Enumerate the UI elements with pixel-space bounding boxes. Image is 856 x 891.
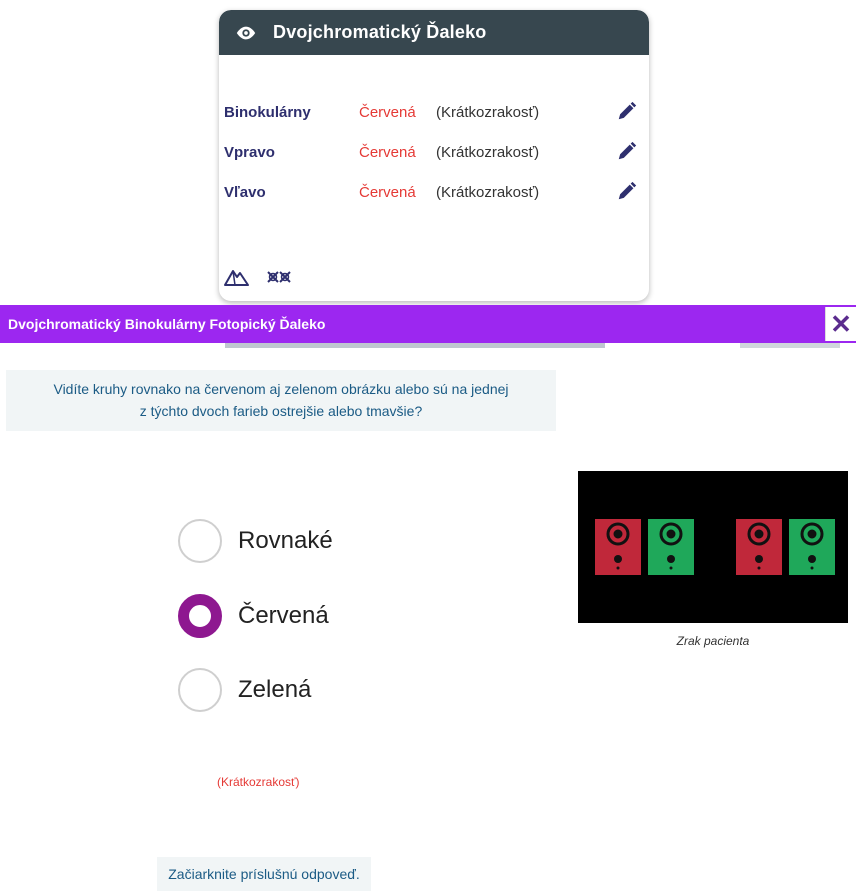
card-icon-bar bbox=[224, 268, 292, 286]
question-box: Vidíte kruhy rovnako na červenom aj zele… bbox=[6, 370, 556, 431]
instruction-text: Začiarknite príslušnú odpoveď. bbox=[157, 857, 371, 891]
pencil-icon[interactable] bbox=[616, 140, 638, 162]
question-line-2: z týchto dvoch farieb ostrejšie alebo tm… bbox=[139, 403, 423, 419]
row-side: Vpravo bbox=[224, 144, 275, 161]
row-side: Binokulárny bbox=[224, 104, 311, 121]
result-row-left: Vľavo Červená (Krátkozrakosť) bbox=[224, 180, 644, 220]
divider bbox=[225, 343, 605, 348]
radio-button[interactable] bbox=[178, 668, 222, 712]
row-color: Červená bbox=[359, 144, 416, 161]
dialog-title: Dvojchromatický Binokulárny Fotopický Ďa… bbox=[8, 316, 326, 332]
card-title: Dvojchromatický Ďaleko bbox=[273, 22, 487, 42]
option-label: Rovnaké bbox=[238, 527, 333, 554]
pencil-icon[interactable] bbox=[616, 180, 638, 202]
result-rows: Binokulárny Červená (Krátkozrakosť) Vpra… bbox=[224, 100, 644, 220]
patient-view-image bbox=[578, 471, 848, 623]
image-caption: Zrak pacienta bbox=[676, 634, 750, 648]
eye-icon bbox=[235, 25, 257, 41]
option-rovnake[interactable]: Rovnaké bbox=[178, 519, 333, 563]
divider bbox=[740, 343, 840, 348]
mountain-icon[interactable] bbox=[224, 268, 250, 286]
row-condition: (Krátkozrakosť) bbox=[436, 184, 540, 201]
radio-button[interactable] bbox=[178, 519, 222, 563]
duochrome-illustration bbox=[595, 519, 835, 575]
question-line-1: Vidíte kruhy rovnako na červenom aj zele… bbox=[53, 381, 509, 397]
glasses-icon[interactable] bbox=[266, 268, 292, 286]
option-label: Červená bbox=[238, 602, 329, 629]
row-color: Červená bbox=[359, 184, 416, 201]
radio-button-checked[interactable] bbox=[178, 594, 222, 638]
result-hint: (Krátkozrakosť) bbox=[217, 775, 300, 789]
pencil-icon[interactable] bbox=[616, 100, 638, 122]
summary-card: Dvojchromatický Ďaleko Binokulárny Červe… bbox=[219, 10, 649, 301]
card-header: Dvojchromatický Ďaleko bbox=[219, 10, 649, 55]
close-button[interactable]: ✕ bbox=[825, 307, 856, 341]
dialog-title-bar: Dvojchromatický Binokulárny Fotopický Ďa… bbox=[0, 305, 856, 343]
result-row-right: Vpravo Červená (Krátkozrakosť) bbox=[224, 140, 644, 180]
row-condition: (Krátkozrakosť) bbox=[436, 144, 540, 161]
row-side: Vľavo bbox=[224, 184, 266, 201]
option-zelena[interactable]: Zelená bbox=[178, 668, 311, 712]
option-cervena[interactable]: Červená bbox=[178, 594, 329, 638]
row-color: Červená bbox=[359, 104, 416, 121]
option-label: Zelená bbox=[238, 676, 312, 703]
result-row-binocular: Binokulárny Červená (Krátkozrakosť) bbox=[224, 100, 644, 140]
row-condition: (Krátkozrakosť) bbox=[436, 104, 540, 121]
